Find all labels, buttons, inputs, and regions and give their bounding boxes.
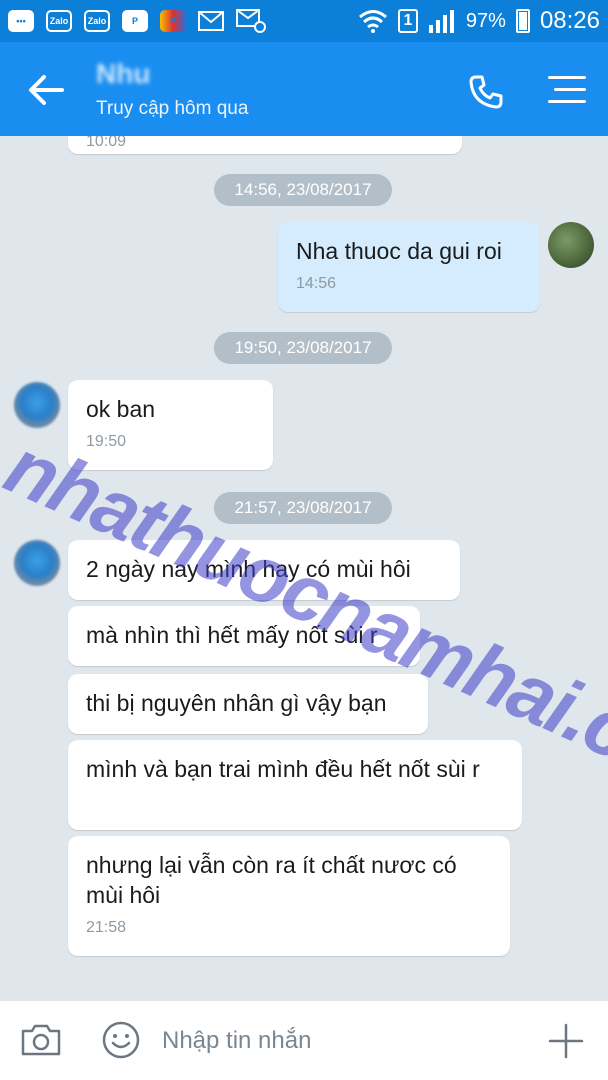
incoming-message[interactable]: nhưng lại vẫn còn ra ít chất nươc có mùi… [68,836,510,956]
message-text: Nha thuoc da gui roi [296,238,502,264]
timestamp-divider: 21:57, 23/08/2017 [214,492,392,524]
battery-icon [515,9,530,33]
status-bar: ••• Zalo Zalo P P 1 97% 08:26 [0,0,608,42]
camera-icon[interactable] [20,1023,62,1057]
phone-call-icon[interactable] [468,74,504,110]
menu-icon[interactable] [548,76,586,104]
message-input[interactable] [162,1023,522,1059]
message-bubble-partial[interactable]: 10:09 [68,136,462,154]
contact-avatar[interactable] [14,382,60,428]
my-avatar[interactable] [548,222,594,268]
mail-icon [198,11,224,31]
chat-notification-icon: ••• [8,10,34,32]
battery-percent: 97% [465,9,506,32]
message-time: 19:50 [86,433,127,450]
incoming-message[interactable]: mà nhìn thì hết mấy nốt sùi r [68,606,420,666]
message-time: 21:58 [86,919,127,936]
timestamp-divider: 14:56, 23/08/2017 [214,174,392,206]
message-text: thi bị nguyên nhân gì vậy bạn [86,690,387,716]
message-time: 10:09 [86,136,127,150]
timestamp-divider: 19:50, 23/08/2017 [214,332,392,364]
message-text: ok ban [86,396,156,422]
zalo-notification-icon: Zalo [84,10,110,32]
outgoing-message[interactable]: Nha thuoc da gui roi 14:56 [278,222,540,312]
message-input-bar [0,1000,608,1080]
message-text: nhưng lại vẫn còn ra ít chất nươc có mùi… [86,852,457,908]
message-time: 14:56 [296,275,337,292]
incoming-message[interactable]: mình và bạn trai mình đều hết nốt sùi r [68,740,522,830]
app-p-icon: P [122,10,148,32]
contact-avatar[interactable] [14,540,60,586]
app-colorful-icon: P [160,10,186,32]
incoming-message[interactable]: ok ban 19:50 [68,380,273,470]
wifi-icon [358,10,387,33]
message-text: mà nhìn thì hết mấy nốt sùi r [86,622,378,648]
add-attachment-icon[interactable] [548,1023,584,1059]
signal-icon [428,10,454,33]
zalo-notification-icon: Zalo [46,10,72,32]
last-seen-status: Truy cập hôm qua [96,98,249,119]
contact-name[interactable]: Nhu [96,58,150,90]
incoming-message[interactable]: 2 ngày nay mình hay có mùi hôi [68,540,460,600]
sim-icon: 1 [397,9,418,33]
chat-messages[interactable]: 10:09 14:56, 23/08/2017 Nha thuoc da gui… [0,136,608,1000]
incoming-message[interactable]: thi bị nguyên nhân gì vậy bạn [68,674,428,734]
emoji-icon[interactable] [102,1021,140,1059]
message-text: 2 ngày nay mình hay có mùi hôi [86,556,411,582]
back-arrow-icon[interactable] [26,72,66,108]
message-text: mình và bạn trai mình đều hết nốt sùi r [86,756,480,782]
chat-header: Nhu Truy cập hôm qua [0,42,608,136]
email-at-icon [236,9,266,33]
clock: 08:26 [539,7,600,34]
